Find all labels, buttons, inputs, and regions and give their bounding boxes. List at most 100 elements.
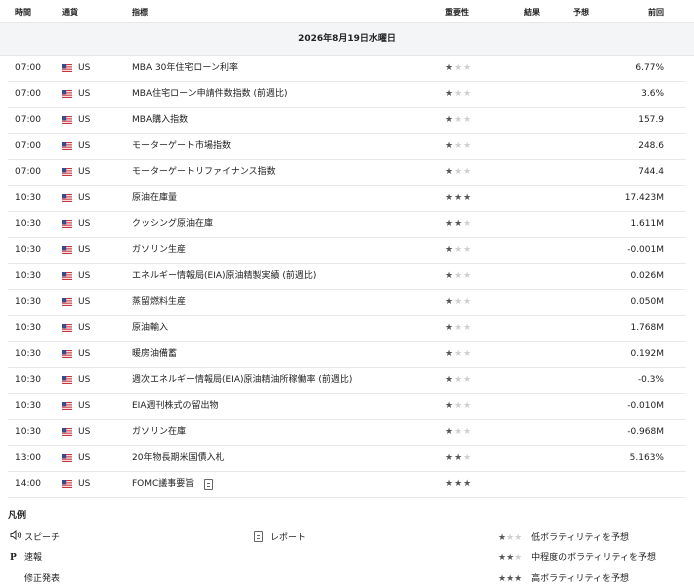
- importance-stars-icon: ★★★: [445, 89, 473, 99]
- table-row[interactable]: 10:30 US 暖房油備蓄 ★★★ 0.192M: [8, 342, 686, 368]
- event-indicator[interactable]: 原油輸入: [132, 316, 168, 341]
- event-currency: US: [78, 245, 91, 255]
- event-currency: US: [78, 453, 91, 463]
- us-flag-icon: [62, 324, 72, 332]
- table-row[interactable]: 10:30 US 原油輸入 ★★★ 1.768M: [8, 316, 686, 342]
- event-indicator[interactable]: クッシング原油在庫: [132, 212, 213, 237]
- event-indicator[interactable]: ガソリン生産: [132, 238, 186, 263]
- legend-preliminary-label: 速報: [24, 553, 43, 563]
- event-currency: US: [78, 115, 91, 125]
- importance-stars-icon: ★★★: [445, 219, 473, 229]
- header-time: 時間: [15, 8, 31, 17]
- importance-stars-icon: ★★★: [445, 453, 473, 463]
- importance-stars-icon: ★★★: [445, 167, 473, 177]
- event-previous: -0.001M: [627, 245, 664, 255]
- report-icon[interactable]: [204, 479, 213, 490]
- header-previous: 前回: [648, 8, 664, 17]
- event-previous: 157.9: [638, 115, 664, 125]
- legend-mid: ★★★ 中程度のボラティリティを予想: [498, 550, 656, 563]
- us-flag-icon: [62, 454, 72, 462]
- event-indicator[interactable]: MBA 30年住宅ローン利率: [132, 56, 238, 81]
- event-indicator[interactable]: FOMC議事要旨: [132, 472, 194, 497]
- event-previous: 6.77%: [635, 63, 664, 73]
- event-indicator[interactable]: モーターゲートリファイナンス指数: [132, 160, 276, 185]
- header-currency: 通貨: [62, 8, 78, 17]
- event-time: 10:30: [15, 375, 41, 385]
- report-icon: [254, 531, 263, 542]
- event-previous: -0.3%: [637, 375, 664, 385]
- table-row[interactable]: 10:30 US エネルギー情報局(EIA)原油精製実績 (前週比) ★★★ 0.026…: [8, 264, 686, 290]
- event-time: 07:00: [15, 63, 41, 73]
- low-volatility-stars-icon: ★★★: [498, 533, 523, 543]
- legend-revised: 修正発表: [10, 571, 60, 584]
- table-row[interactable]: 07:00 US MBA購入指数 ★★★ 157.9: [8, 108, 686, 134]
- event-time: 10:30: [15, 245, 41, 255]
- importance-stars-icon: ★★★: [445, 63, 473, 73]
- event-indicator[interactable]: EIA週刊株式の留出物: [132, 394, 219, 419]
- event-currency: US: [78, 297, 91, 307]
- event-time: 10:30: [15, 193, 41, 203]
- table-row[interactable]: 07:00 US モーターゲート市場指数 ★★★ 248.6: [8, 134, 686, 160]
- table-row[interactable]: 10:30 US ガソリン生産 ★★★ -0.001M: [8, 238, 686, 264]
- event-indicator[interactable]: MBA購入指数: [132, 108, 188, 133]
- table-row[interactable]: 07:00 US モーターゲートリファイナンス指数 ★★★ 744.4: [8, 160, 686, 186]
- importance-stars-icon: ★★★: [445, 427, 473, 437]
- event-indicator[interactable]: 暖房油備蓄: [132, 342, 177, 367]
- event-indicator[interactable]: ガソリン在庫: [132, 420, 186, 445]
- event-time: 10:30: [15, 427, 41, 437]
- header-indicator: 指標: [132, 8, 148, 17]
- header-forecast: 予想: [573, 8, 589, 17]
- legend-speech: スピーチ: [10, 529, 60, 543]
- table-row[interactable]: 10:30 US 原油在庫量 ★★★ 17.423M: [8, 186, 686, 212]
- table-row[interactable]: 10:30 US EIA週刊株式の留出物 ★★★ -0.010M: [8, 394, 686, 420]
- event-time: 10:30: [15, 323, 41, 333]
- event-previous: 17.423M: [624, 193, 664, 203]
- event-currency: US: [78, 375, 91, 385]
- table-row[interactable]: 10:30 US 週次エネルギー情報局(EIA)原油精油所稼働率 (前週比) ★★★ -…: [8, 368, 686, 394]
- legend-low: ★★★ 低ボラティリティを予想: [498, 530, 629, 543]
- table-row[interactable]: 10:30 US ガソリン在庫 ★★★ -0.968M: [8, 420, 686, 446]
- us-flag-icon: [62, 168, 72, 176]
- legend-mid-label: 中程度のボラティリティを予想: [531, 553, 657, 563]
- table-row[interactable]: 07:00 US MBA 30年住宅ローン利率 ★★★ 6.77%: [8, 56, 686, 82]
- importance-stars-icon: ★★★: [445, 141, 473, 151]
- event-time: 07:00: [15, 141, 41, 151]
- event-indicator[interactable]: 週次エネルギー情報局(EIA)原油精油所稼働率 (前週比): [132, 368, 352, 393]
- us-flag-icon: [62, 480, 72, 488]
- event-indicator[interactable]: 原油在庫量: [132, 186, 177, 211]
- speaker-icon: [10, 529, 24, 543]
- event-previous: 1.611M: [630, 219, 664, 229]
- event-indicator[interactable]: MBA住宅ローン申請件数指数 (前週比): [132, 82, 288, 107]
- event-currency: US: [78, 63, 91, 73]
- table-row[interactable]: 13:00 US 20年物長期米国債入札 ★★★ 5.163%: [8, 446, 686, 472]
- us-flag-icon: [62, 64, 72, 72]
- date-row: 2026年8月19日水曜日: [0, 23, 694, 56]
- event-previous: 744.4: [638, 167, 664, 177]
- us-flag-icon: [62, 194, 72, 202]
- event-indicator[interactable]: 20年物長期米国債入札: [132, 446, 224, 471]
- us-flag-icon: [62, 142, 72, 150]
- event-currency: US: [78, 271, 91, 281]
- event-indicator[interactable]: エネルギー情報局(EIA)原油精製実績 (前週比): [132, 264, 316, 289]
- importance-stars-icon: ★★★: [445, 245, 473, 255]
- event-time: 07:00: [15, 115, 41, 125]
- event-previous: 0.050M: [630, 297, 664, 307]
- event-indicator[interactable]: 蒸留燃料生産: [132, 290, 186, 315]
- table-row[interactable]: 10:30 US クッシング原油在庫 ★★★ 1.611M: [8, 212, 686, 238]
- event-time: 10:30: [15, 401, 41, 411]
- table-row[interactable]: 07:00 US MBA住宅ローン申請件数指数 (前週比) ★★★ 3.6%: [8, 82, 686, 108]
- table-row[interactable]: 10:30 US 蒸留燃料生産 ★★★ 0.050M: [8, 290, 686, 316]
- us-flag-icon: [62, 428, 72, 436]
- importance-stars-icon: ★★★: [445, 375, 473, 385]
- importance-stars-icon: ★★★: [445, 323, 473, 333]
- event-previous: -0.010M: [627, 401, 664, 411]
- importance-stars-icon: ★★★: [445, 115, 473, 125]
- us-flag-icon: [62, 376, 72, 384]
- event-previous: -0.968M: [627, 427, 664, 437]
- table-row[interactable]: 14:00 US FOMC議事要旨 ★★★: [8, 472, 686, 498]
- us-flag-icon: [62, 272, 72, 280]
- event-time: 10:30: [15, 349, 41, 359]
- event-indicator[interactable]: モーターゲート市場指数: [132, 134, 231, 159]
- event-currency: US: [78, 193, 91, 203]
- event-currency: US: [78, 349, 91, 359]
